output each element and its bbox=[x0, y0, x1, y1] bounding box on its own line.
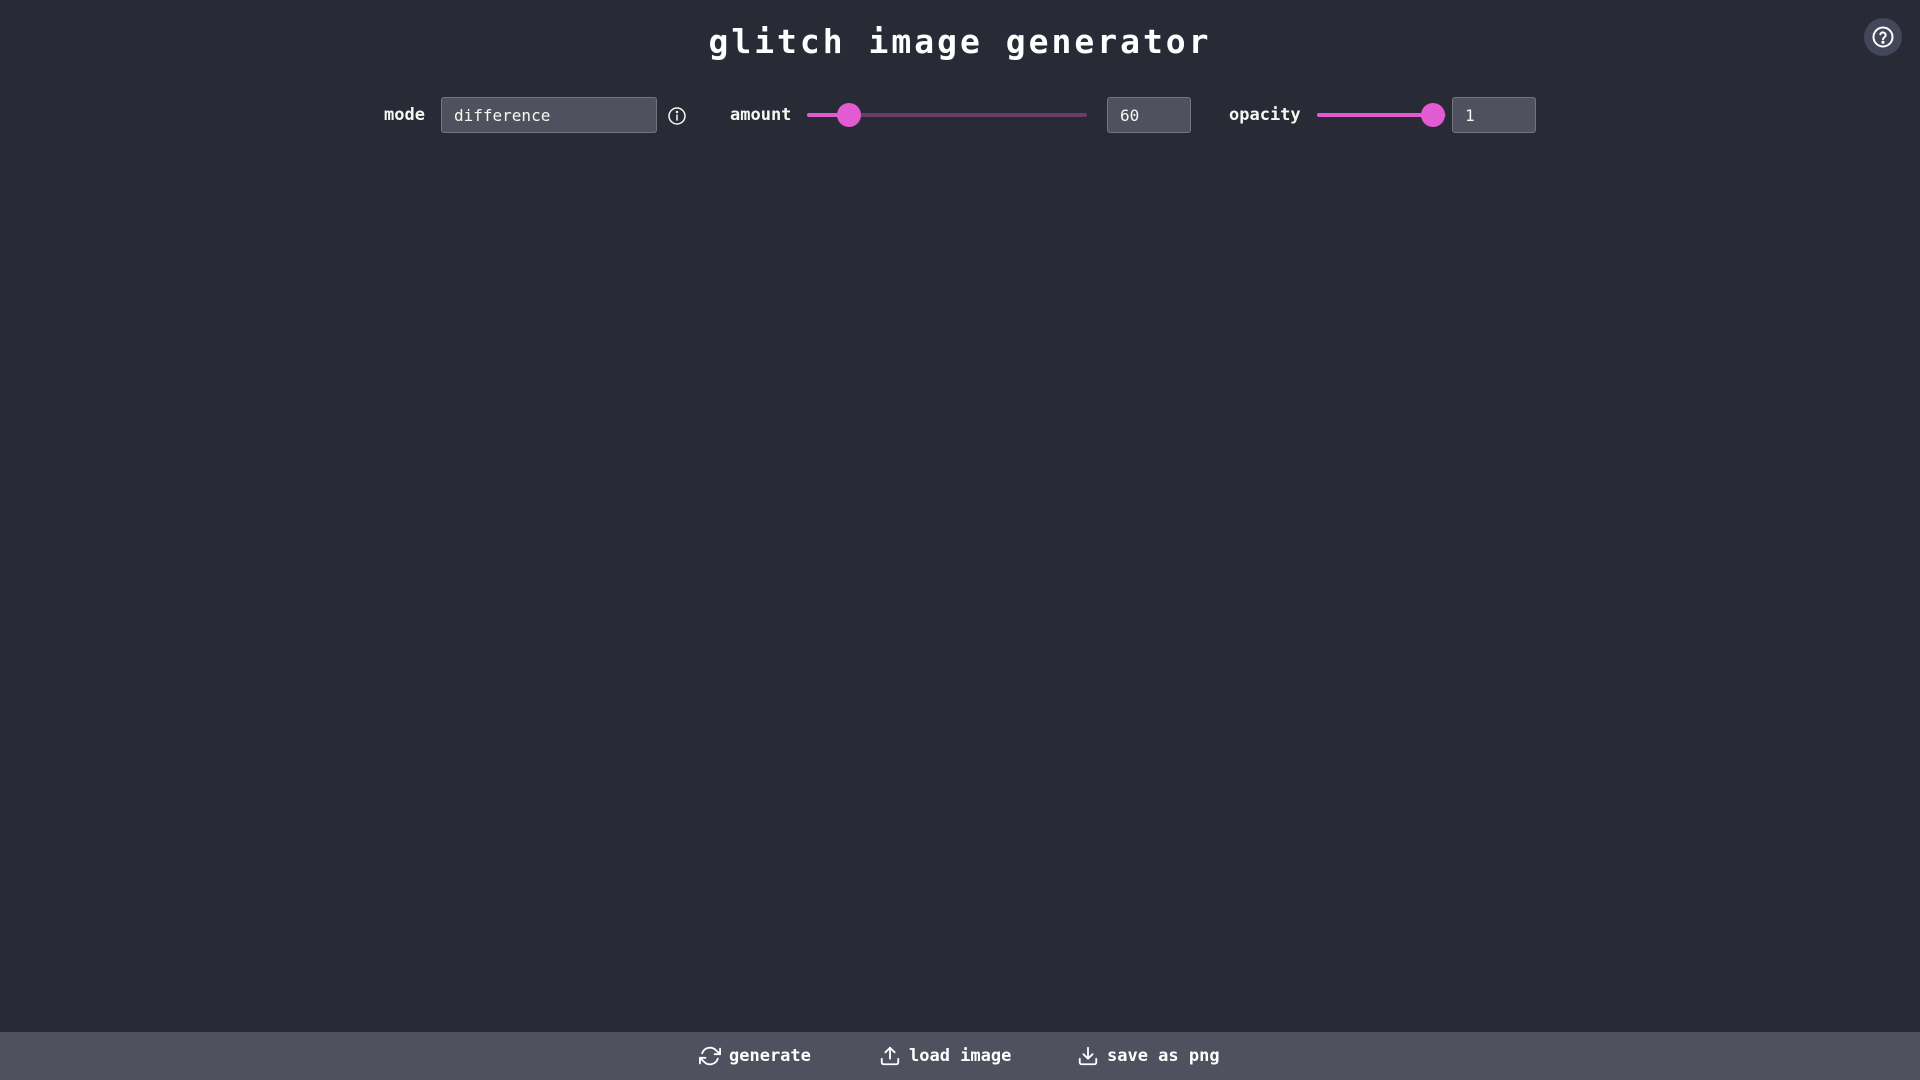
opacity-slider[interactable] bbox=[1317, 103, 1446, 127]
amount-label: amount bbox=[730, 105, 792, 125]
info-icon[interactable] bbox=[667, 106, 687, 126]
opacity-label: opacity bbox=[1229, 105, 1301, 125]
mode-input[interactable] bbox=[441, 97, 657, 133]
page-title: glitch image generator bbox=[708, 22, 1212, 61]
generate-button[interactable]: generate bbox=[699, 1032, 811, 1080]
bottom-toolbar: generate load image save as png bbox=[0, 1032, 1920, 1080]
amount-slider-thumb[interactable] bbox=[837, 103, 861, 127]
upload-icon bbox=[880, 1046, 900, 1066]
save-png-label: save as png bbox=[1107, 1046, 1220, 1066]
save-png-button[interactable]: save as png bbox=[1077, 1032, 1220, 1080]
opacity-slider-fill bbox=[1317, 113, 1434, 117]
load-image-label: load image bbox=[909, 1046, 1012, 1066]
load-image-button[interactable]: load image bbox=[879, 1032, 1011, 1080]
amount-slider[interactable] bbox=[807, 103, 1087, 127]
controls-row: mode amount opacity bbox=[0, 96, 1920, 136]
refresh-icon bbox=[699, 1046, 721, 1066]
mode-label: mode bbox=[384, 105, 425, 125]
opacity-input[interactable] bbox=[1452, 97, 1536, 133]
amount-input[interactable] bbox=[1107, 97, 1191, 133]
app: glitch image generator mode amount opaci… bbox=[0, 0, 1920, 1080]
generate-label: generate bbox=[729, 1046, 811, 1066]
opacity-slider-thumb[interactable] bbox=[1421, 103, 1446, 127]
download-icon bbox=[1078, 1046, 1098, 1066]
